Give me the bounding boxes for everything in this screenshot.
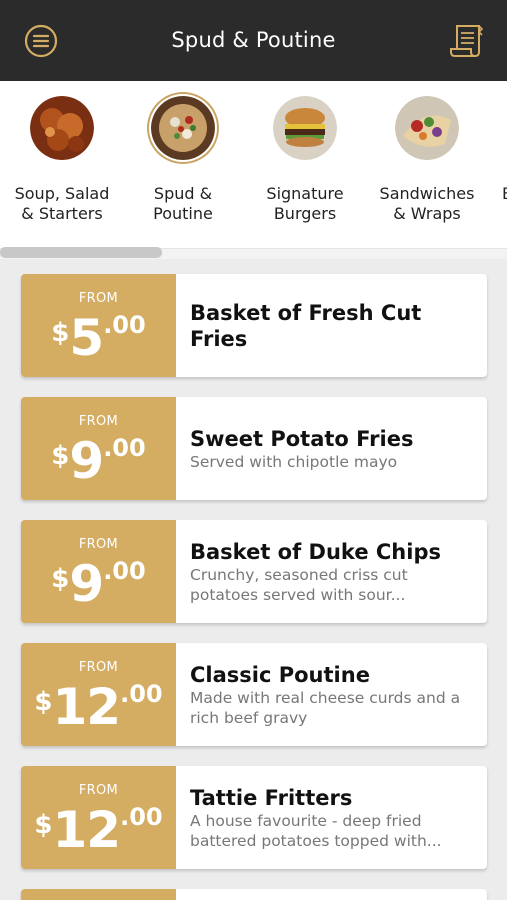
category-label-line: B <box>502 184 507 204</box>
price-badge: FROM $9.00 <box>21 397 176 500</box>
page-title: Spud & Poutine <box>171 28 336 52</box>
price-currency: $ <box>34 687 53 717</box>
category-soup-salad-starters[interactable]: Soup, Salad & Starters <box>0 81 124 241</box>
price-cents: .00 <box>120 803 163 831</box>
item-description: A house favourite - deep fried battered … <box>190 811 442 850</box>
category-label: Signature Burgers <box>243 184 367 224</box>
price-whole: 9 <box>69 555 104 613</box>
price-whole: 5 <box>69 309 104 367</box>
item-description: Made with real cheese curds and a rich b… <box>190 688 461 727</box>
item-info: Tattie Fritters A house favourite - deep… <box>190 766 480 869</box>
price-currency: $ <box>51 564 70 594</box>
price-badge: FROM $9.00 <box>21 520 176 623</box>
price-badge <box>21 889 176 900</box>
price-cents: .00 <box>103 311 146 339</box>
item-name: Classic Poutine <box>190 662 370 687</box>
category-label-line: Soup, Salad <box>14 184 110 203</box>
price-from-label: FROM <box>78 783 119 798</box>
price-cents: .00 <box>103 434 146 462</box>
category-thumbnail <box>273 96 337 160</box>
price-cents: .00 <box>120 680 163 708</box>
price-amount: $12.00 <box>21 801 176 859</box>
category-thumbnail-selected <box>151 96 215 160</box>
item-info: Classic Poutine Made with real cheese cu… <box>190 643 480 746</box>
price-amount: $9.00 <box>21 555 176 613</box>
menu-item-card[interactable]: FROM $5.00 Basket of Fresh Cut Fries <box>21 274 487 377</box>
top-app-bar: Spud & Poutine <box>0 0 507 81</box>
category-label: B <box>502 184 507 204</box>
item-name: Basket of Duke Chips <box>190 539 441 564</box>
price-amount: $12.00 <box>21 678 176 736</box>
category-spud-poutine[interactable]: Spud & Poutine <box>121 81 245 241</box>
item-info: Basket of Duke Chips Crunchy, seasoned c… <box>190 520 480 623</box>
category-signature-burgers[interactable]: Signature Burgers <box>243 81 367 241</box>
category-label-line: Burgers <box>273 204 337 223</box>
price-badge: FROM $5.00 <box>21 274 176 377</box>
price-whole: 9 <box>69 432 104 490</box>
item-info: Sweet Potato Fries Served with chipotle … <box>190 397 480 500</box>
category-label-line: Signature <box>266 184 344 203</box>
price-from-label: FROM <box>78 537 119 552</box>
menu-item-card[interactable]: FROM $12.00 Tattie Fritters A house favo… <box>21 766 487 869</box>
item-name: Basket of Fresh Cut Fries <box>190 300 422 351</box>
category-thumbnail <box>30 96 94 160</box>
price-badge: FROM $12.00 <box>21 643 176 746</box>
item-name: Tattie Fritters <box>190 785 353 810</box>
price-amount: $5.00 <box>21 309 176 367</box>
price-from-label: FROM <box>78 414 119 429</box>
price-currency: $ <box>34 810 53 840</box>
category-partial[interactable]: B <box>446 81 507 241</box>
menu-item-card[interactable]: FROM $9.00 Sweet Potato Fries Served wit… <box>21 397 487 500</box>
carousel-scrollbar[interactable] <box>0 247 162 258</box>
item-description: Crunchy, seasoned criss cut potatoes ser… <box>190 565 408 604</box>
category-label: Spud & Poutine <box>121 184 245 224</box>
receipt-icon[interactable] <box>449 22 485 60</box>
item-name: Sweet Potato Fries <box>190 426 414 451</box>
price-whole: 12 <box>52 678 121 736</box>
category-carousel[interactable]: Soup, Salad & Starters Spud & Poutine Si… <box>0 81 507 259</box>
price-whole: 12 <box>52 801 121 859</box>
price-cents: .00 <box>103 557 146 585</box>
price-amount: $9.00 <box>21 432 176 490</box>
price-from-label: FROM <box>78 291 119 306</box>
category-label-line: & Starters <box>21 204 103 223</box>
price-currency: $ <box>51 441 70 471</box>
item-info: Basket of Fresh Cut Fries <box>190 274 480 377</box>
menu-item-card[interactable]: FROM $9.00 Basket of Duke Chips Crunchy,… <box>21 520 487 623</box>
price-badge: FROM $12.00 <box>21 766 176 869</box>
menu-item-card[interactable]: FROM $12.00 Classic Poutine Made with re… <box>21 643 487 746</box>
category-label-line: Poutine <box>153 204 213 223</box>
category-label: Soup, Salad & Starters <box>0 184 124 224</box>
item-description: Served with chipotle mayo <box>190 452 398 471</box>
price-from-label: FROM <box>78 660 119 675</box>
price-currency: $ <box>51 318 70 348</box>
menu-item-card-partial[interactable] <box>21 889 487 900</box>
category-label-line: Spud & <box>153 184 213 203</box>
